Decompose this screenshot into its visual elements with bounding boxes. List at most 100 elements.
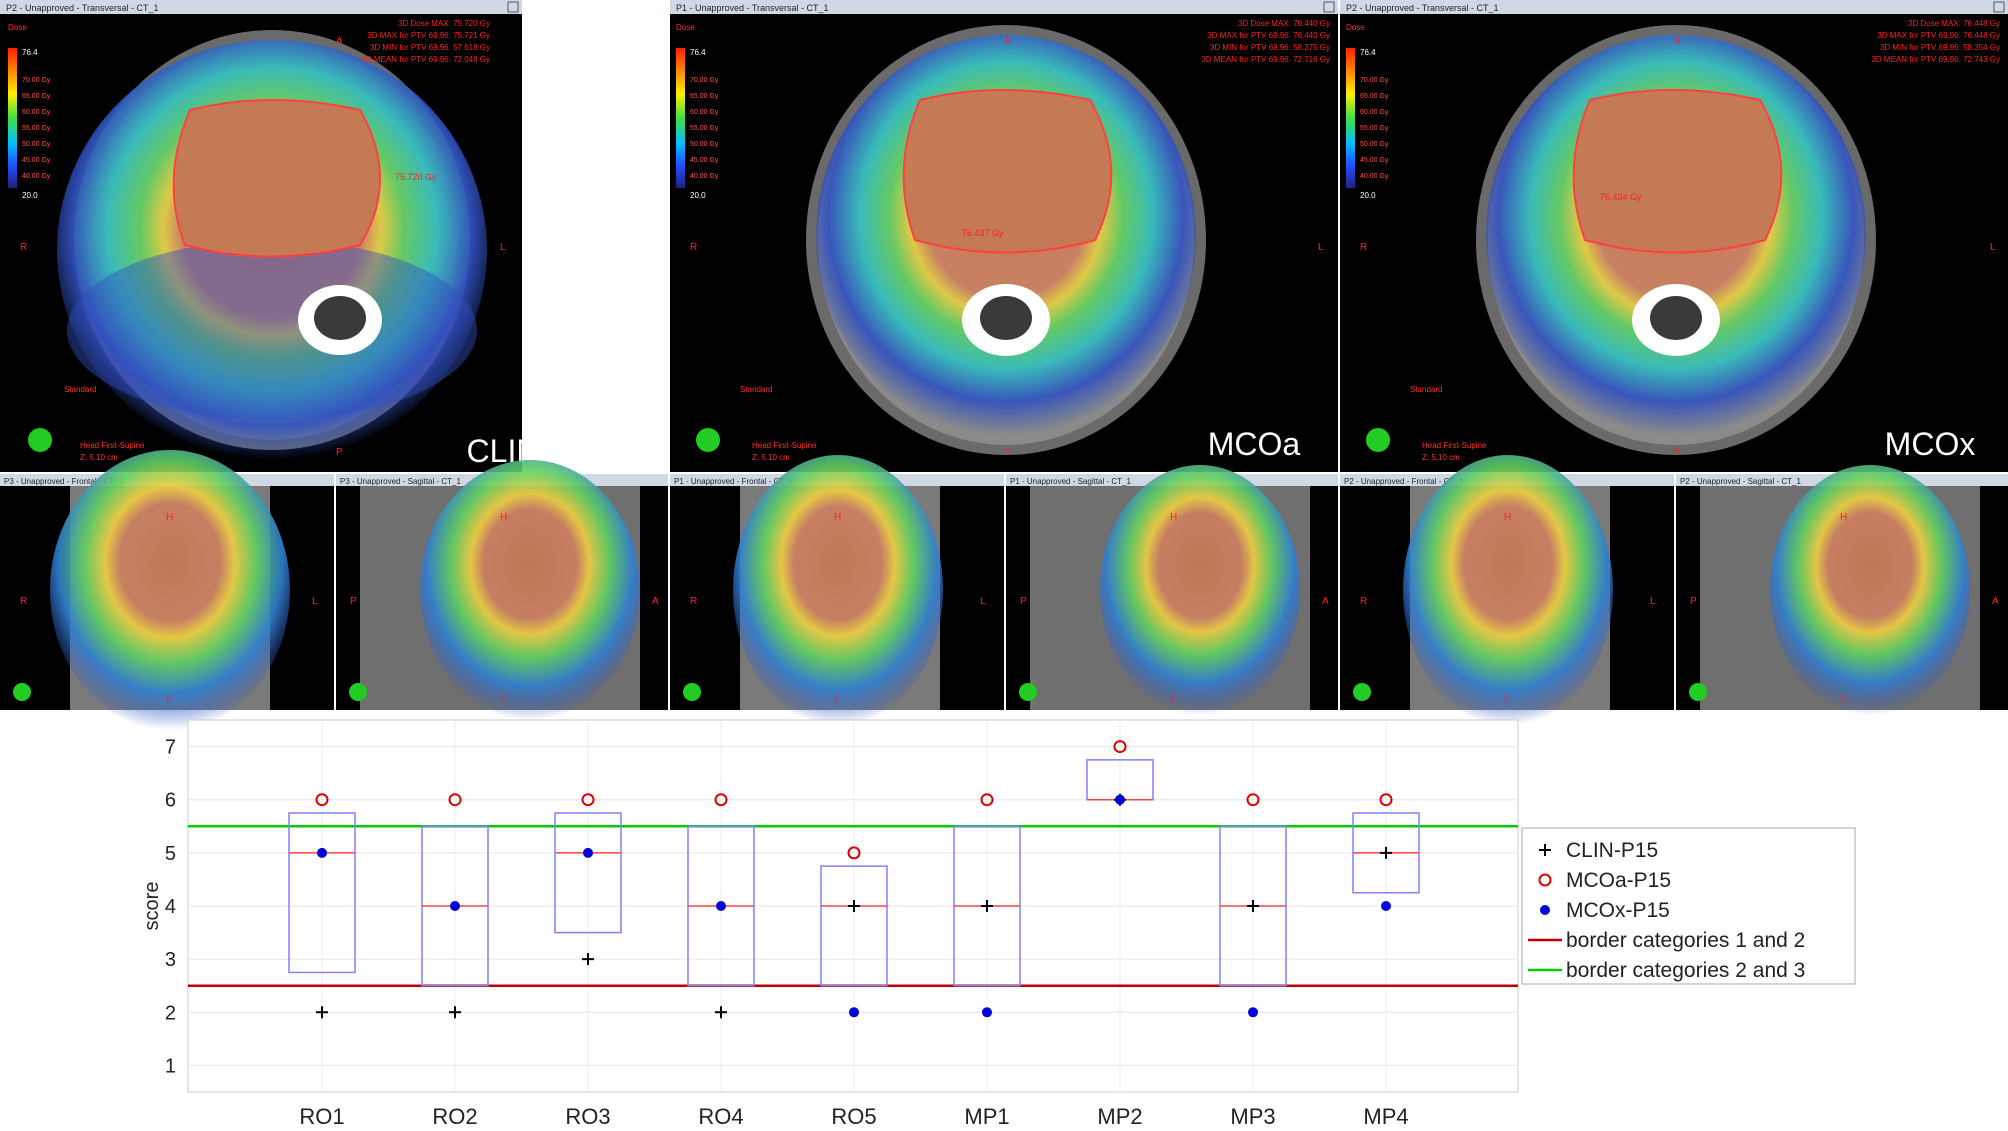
orientation-head: H bbox=[1840, 512, 1847, 523]
patient-orientation-icon bbox=[1019, 683, 1037, 701]
orientation-right: R bbox=[1360, 596, 1367, 607]
orientation-anterior: A bbox=[1674, 36, 1681, 47]
frontal-viewer-mcox[interactable]: P2 - Unapproved - Frontal - CT_1 H R L F bbox=[1340, 455, 1674, 725]
orientation-anterior: A bbox=[1992, 596, 1999, 607]
data-point-mcox bbox=[450, 901, 460, 911]
legend-label: MCOa-P15 bbox=[1566, 869, 1671, 892]
colorbar-title: Dose bbox=[676, 23, 695, 32]
orientation-left: L bbox=[312, 596, 318, 607]
legend: CLIN-P15 MCOa-P15 MCOx-P15 border categorie… bbox=[1521, 827, 1856, 985]
position-label: Head First-Supine bbox=[752, 441, 817, 450]
point-dose: 76.437 Gy bbox=[962, 228, 1004, 238]
viewer-header: P2 - Unapproved - Sagittal - CT_1 bbox=[1680, 477, 1801, 486]
dose-colorbar bbox=[8, 48, 17, 188]
y-tick-label: 4 bbox=[165, 896, 176, 918]
data-point-mcox bbox=[317, 847, 327, 858]
plan-label: MCOa bbox=[1208, 426, 1301, 462]
orientation-right: R bbox=[690, 242, 697, 253]
data-point-mcox bbox=[849, 1007, 859, 1018]
orientation-anterior: A bbox=[652, 596, 659, 607]
y-tick-labels: 1 2 3 4 5 6 7 bbox=[165, 737, 176, 1078]
svg-text:3D Dose MAX: 75.720 Gy: 3D Dose MAX: 75.720 Gy bbox=[398, 19, 490, 28]
score-boxplot: 1 2 3 4 5 6 7 RO1 RO2 RO3 RO4 RO5 MP1 MP2 MP3 MP4 scor… bbox=[141, 719, 1856, 1129]
transversal-viewer-clin[interactable]: P2 - Unapproved - Transversal - CT_1 75.… bbox=[0, 0, 539, 472]
patient-orientation-icon bbox=[683, 683, 701, 701]
data-point-mcox bbox=[1381, 901, 1391, 911]
svg-text:50.00 Gy: 50.00 Gy bbox=[22, 141, 51, 148]
transversal-viewer-mcox[interactable]: P2 - Unapproved - Transversal - CT_1 76.… bbox=[1340, 0, 2008, 472]
frontal-viewer-clin[interactable]: P3 - Unapproved - Frontal - CT_1 H R L F bbox=[0, 450, 334, 730]
orientation-head: H bbox=[166, 512, 173, 523]
svg-text:3D MIN for PTV 69.96: 58.375 G: 3D MIN for PTV 69.96: 58.375 Gy bbox=[1210, 43, 1330, 52]
position-label: Head First-Supine bbox=[80, 441, 145, 450]
point-dose: 75.720 Gy bbox=[395, 172, 437, 182]
orientation-feet: F bbox=[1840, 695, 1846, 706]
y-tick-label: 7 bbox=[165, 737, 176, 759]
x-tick-labels: RO1 RO2 RO3 RO4 RO5 MP1 MP2 MP3 MP4 bbox=[299, 1104, 1408, 1129]
dose-colorbar bbox=[676, 48, 685, 188]
patient-orientation-icon bbox=[349, 683, 367, 701]
colorbar-top: 76.4 bbox=[690, 48, 706, 57]
colorbar-bottom: 20.0 bbox=[22, 191, 38, 200]
x-tick-label: RO5 bbox=[831, 1104, 876, 1129]
orientation-left: L bbox=[500, 242, 506, 253]
orientation-posterior: P bbox=[1690, 596, 1697, 607]
x-tick-label: RO4 bbox=[698, 1104, 743, 1129]
orientation-posterior: P bbox=[350, 596, 357, 607]
x-tick-label: MP1 bbox=[964, 1104, 1009, 1129]
svg-text:55.00 Gy: 55.00 Gy bbox=[1360, 125, 1389, 132]
orientation-left: L bbox=[1990, 242, 1996, 253]
x-tick-label: MP2 bbox=[1097, 1104, 1142, 1129]
svg-text:3D Dose MAX: 76.448 Gy: 3D Dose MAX: 76.448 Gy bbox=[1908, 19, 2000, 28]
svg-text:45.00 Gy: 45.00 Gy bbox=[22, 157, 51, 164]
svg-text:65.00 Gy: 65.00 Gy bbox=[1360, 93, 1389, 100]
orientation-anterior: A bbox=[1322, 596, 1329, 607]
svg-text:3D MEAN for PTV 69.96: 72.716: 3D MEAN for PTV 69.96: 72.716 Gy bbox=[1201, 55, 1330, 64]
orientation-head: H bbox=[1504, 512, 1511, 523]
sagittal-viewer-mcoa[interactable]: P1 - Unapproved - Sagittal - CT_1 H P A … bbox=[1006, 465, 1338, 715]
orientation-posterior: P bbox=[1674, 447, 1681, 458]
colorbar-title: Dose bbox=[8, 23, 27, 32]
y-tick-label: 6 bbox=[165, 790, 176, 812]
svg-text:40.00 Gy: 40.00 Gy bbox=[22, 173, 51, 180]
patient-orientation-icon bbox=[1366, 428, 1390, 452]
data-point-mcox bbox=[583, 847, 593, 858]
svg-text:60.00 Gy: 60.00 Gy bbox=[22, 109, 51, 116]
svg-text:50.00 Gy: 50.00 Gy bbox=[690, 141, 719, 148]
svg-text:40.00 Gy: 40.00 Gy bbox=[690, 173, 719, 180]
svg-text:45.00 Gy: 45.00 Gy bbox=[690, 157, 719, 164]
viewer-header: P1 - Unapproved - Transversal - CT_1 bbox=[676, 3, 829, 13]
legend-label: CLIN-P15 bbox=[1566, 839, 1658, 862]
orientation-posterior: P bbox=[1004, 447, 1011, 458]
x-tick-label: MP3 bbox=[1230, 1104, 1275, 1129]
figure: P2 - Unapproved - Transversal - CT_1 75.… bbox=[0, 0, 2008, 1129]
legend-marker bbox=[1540, 905, 1550, 915]
orientation-feet: F bbox=[500, 695, 506, 706]
legend-label: border categories 2 and 3 bbox=[1566, 959, 1805, 982]
orientation-left: L bbox=[980, 596, 986, 607]
colorbar-title: Dose bbox=[1346, 23, 1365, 32]
svg-text:70.00 Gy: 70.00 Gy bbox=[1360, 77, 1389, 84]
dose-colorbar bbox=[1346, 48, 1355, 188]
orientation-feet: F bbox=[1504, 695, 1510, 706]
data-point-mcox bbox=[716, 901, 726, 911]
orientation-left: L bbox=[1318, 242, 1324, 253]
legend-label: border categories 1 and 2 bbox=[1566, 929, 1805, 952]
orientation-head: H bbox=[834, 512, 841, 523]
orientation-right: R bbox=[690, 596, 697, 607]
svg-text:3D Dose MAX: 76.440 Gy: 3D Dose MAX: 76.440 Gy bbox=[1238, 19, 1330, 28]
svg-text:3D MEAN for PTV 69.96: 72.743: 3D MEAN for PTV 69.96: 72.743 Gy bbox=[1871, 55, 2000, 64]
svg-text:3D MEAN for PTV 69.96: 72.048: 3D MEAN for PTV 69.96: 72.048 Gy bbox=[361, 55, 490, 64]
patient-orientation-icon bbox=[1353, 683, 1371, 701]
svg-text:3D MAX for PTV 69.96: 76.448 G: 3D MAX for PTV 69.96: 76.448 Gy bbox=[1877, 31, 2000, 40]
sagittal-viewer-clin[interactable]: P3 - Unapproved - Sagittal - CT_1 H P A … bbox=[336, 460, 668, 720]
frontal-viewer-mcoa[interactable]: P1 - Unapproved - Frontal - CT_1 H R L F bbox=[670, 455, 1004, 725]
x-tick-label: RO3 bbox=[565, 1104, 610, 1129]
transversal-viewer-mcoa[interactable]: P1 - Unapproved - Transversal - CT_1 76.… bbox=[670, 0, 1338, 472]
svg-text:65.00 Gy: 65.00 Gy bbox=[22, 93, 51, 100]
data-point-mcox bbox=[1115, 794, 1125, 805]
y-tick-label: 3 bbox=[165, 949, 176, 971]
svg-text:3D MAX for PTV 69.96: 75.721 G: 3D MAX for PTV 69.96: 75.721 Gy bbox=[367, 31, 490, 40]
sagittal-viewer-mcox[interactable]: P2 - Unapproved - Sagittal - CT_1 H P A … bbox=[1676, 465, 2008, 715]
position-label: Head First-Supine bbox=[1422, 441, 1487, 450]
